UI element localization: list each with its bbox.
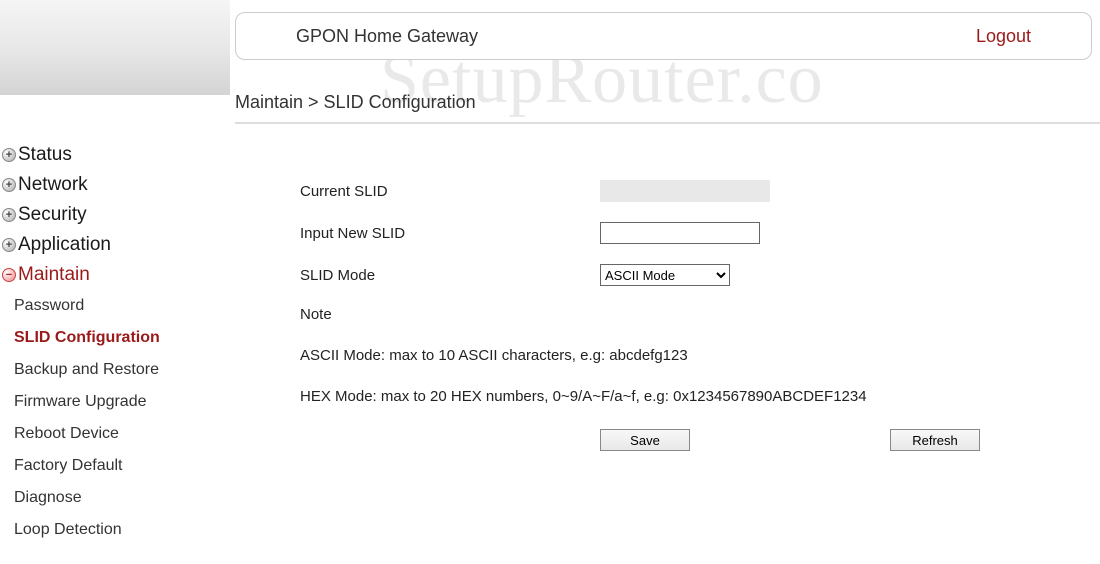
note-hex-text: HEX Mode: max to 20 HEX numbers, 0~9/A~F… — [300, 388, 1060, 405]
header-bar: GPON Home Gateway Logout — [235, 12, 1092, 60]
sidebar-sub-factory-default[interactable]: Factory Default — [0, 450, 230, 482]
current-slid-value — [600, 180, 770, 202]
plus-icon: + — [2, 178, 16, 192]
sidebar-sub-diagnose[interactable]: Diagnose — [0, 482, 230, 514]
input-new-slid-field[interactable] — [600, 222, 760, 244]
sidebar-item-label: Maintain — [18, 264, 90, 286]
sidebar-item-status[interactable]: + Status — [0, 140, 230, 170]
sidebar-sub-firmware-upgrade[interactable]: Firmware Upgrade — [0, 386, 230, 418]
sidebar-item-application[interactable]: + Application — [0, 230, 230, 260]
sidebar-item-security[interactable]: + Security — [0, 200, 230, 230]
input-new-slid-label: Input New SLID — [300, 225, 600, 242]
plus-icon: + — [2, 238, 16, 252]
sidebar-item-label: Network — [18, 174, 88, 196]
sidebar: + Status + Network + Security + Applicat… — [0, 140, 230, 546]
sidebar-sub-reboot-device[interactable]: Reboot Device — [0, 418, 230, 450]
plus-icon: + — [2, 208, 16, 222]
page-title: GPON Home Gateway — [296, 26, 478, 47]
sidebar-item-label: Application — [18, 234, 111, 256]
sidebar-sub-password[interactable]: Password — [0, 290, 230, 322]
sidebar-item-network[interactable]: + Network — [0, 170, 230, 200]
divider — [235, 122, 1100, 124]
sidebar-item-label: Security — [18, 204, 87, 226]
sidebar-item-maintain[interactable]: − Maintain — [0, 260, 230, 290]
sidebar-sub-backup-restore[interactable]: Backup and Restore — [0, 354, 230, 386]
sidebar-sub-slid-configuration[interactable]: SLID Configuration — [0, 322, 230, 354]
refresh-button[interactable]: Refresh — [890, 429, 980, 451]
sidebar-item-label: Status — [18, 144, 72, 166]
save-button[interactable]: Save — [600, 429, 690, 451]
row-input-new-slid: Input New SLID — [300, 222, 1060, 244]
row-slid-mode: SLID Mode ASCII Mode — [300, 264, 1060, 286]
logout-link[interactable]: Logout — [976, 26, 1031, 47]
breadcrumb: Maintain > SLID Configuration — [235, 92, 476, 113]
minus-icon: − — [2, 268, 16, 282]
content-area: Current SLID Input New SLID SLID Mode AS… — [300, 180, 1060, 451]
button-row: Save Refresh — [300, 429, 1060, 451]
note-ascii-text: ASCII Mode: max to 10 ASCII characters, … — [300, 347, 1060, 364]
plus-icon: + — [2, 148, 16, 162]
sidebar-sub-loop-detection[interactable]: Loop Detection — [0, 514, 230, 546]
slid-mode-label: SLID Mode — [300, 267, 600, 284]
current-slid-label: Current SLID — [300, 183, 600, 200]
note-label: Note — [300, 306, 1060, 323]
row-current-slid: Current SLID — [300, 180, 1060, 202]
top-glow — [0, 0, 230, 95]
slid-mode-select[interactable]: ASCII Mode — [600, 264, 730, 286]
